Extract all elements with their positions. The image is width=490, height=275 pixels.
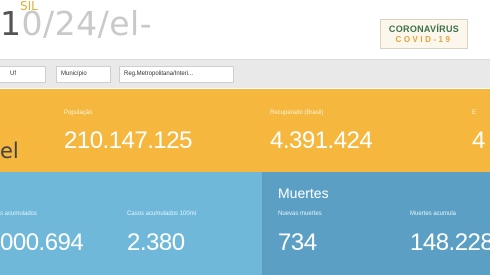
- overlay-el-dash: –: [18, 139, 30, 163]
- coronavirus-logo: CORONAVÍRUS COVID-19: [380, 19, 468, 49]
- population-value: 210.147.125: [64, 127, 192, 154]
- overlay-el-text: el–: [0, 139, 29, 163]
- overlay-url-sup: SIL: [20, 0, 38, 13]
- stats-band-bottom: s acumulados 000.694 Casos acumulados 10…: [0, 172, 490, 275]
- overlay-url-path: 0/24/el-: [21, 4, 153, 43]
- logo-line-2: COVID-19: [395, 35, 453, 44]
- third-stat-label: E: [472, 110, 477, 116]
- recovered-label: Recuperado (Brasil): [270, 110, 324, 116]
- cases-value: 000.694: [0, 229, 84, 256]
- cases-100mi-value: 2.380: [127, 229, 185, 256]
- deaths-title: Muertes: [278, 185, 329, 201]
- population-label: População: [64, 110, 93, 116]
- logo-line-1: CORONAVÍRUS: [388, 24, 460, 34]
- filter-municipio[interactable]: Município: [56, 66, 111, 83]
- overlay-url-lead: 1: [0, 4, 22, 43]
- total-deaths-label: Muertes acumula: [410, 211, 457, 217]
- cases-100mi-label: Casos acumulados 100mi: [127, 211, 197, 217]
- overlay-url-text: 1 SIL 0/24/el-: [0, 0, 153, 43]
- deaths-panel: Muertes Nuevas muertes 734 Muertes acumu…: [262, 172, 490, 275]
- new-deaths-value: 734: [278, 229, 317, 256]
- filter-region[interactable]: Reg.Metropolitana/Interi...: [119, 66, 234, 83]
- stats-band-top: População 210.147.125 Recuperado (Brasil…: [0, 89, 490, 172]
- overlay-el-word: el: [0, 139, 19, 163]
- third-stat-value: 4: [472, 127, 485, 154]
- total-deaths-value: 148.228: [410, 229, 490, 256]
- filter-uf[interactable]: Uf: [0, 66, 46, 83]
- recovered-value: 4.391.424: [270, 127, 373, 154]
- cases-label: s acumulados: [0, 211, 38, 217]
- new-deaths-label: Nuevas muertes: [278, 211, 322, 217]
- filter-bar: Uf Município Reg.Metropolitana/Interi...: [0, 59, 490, 88]
